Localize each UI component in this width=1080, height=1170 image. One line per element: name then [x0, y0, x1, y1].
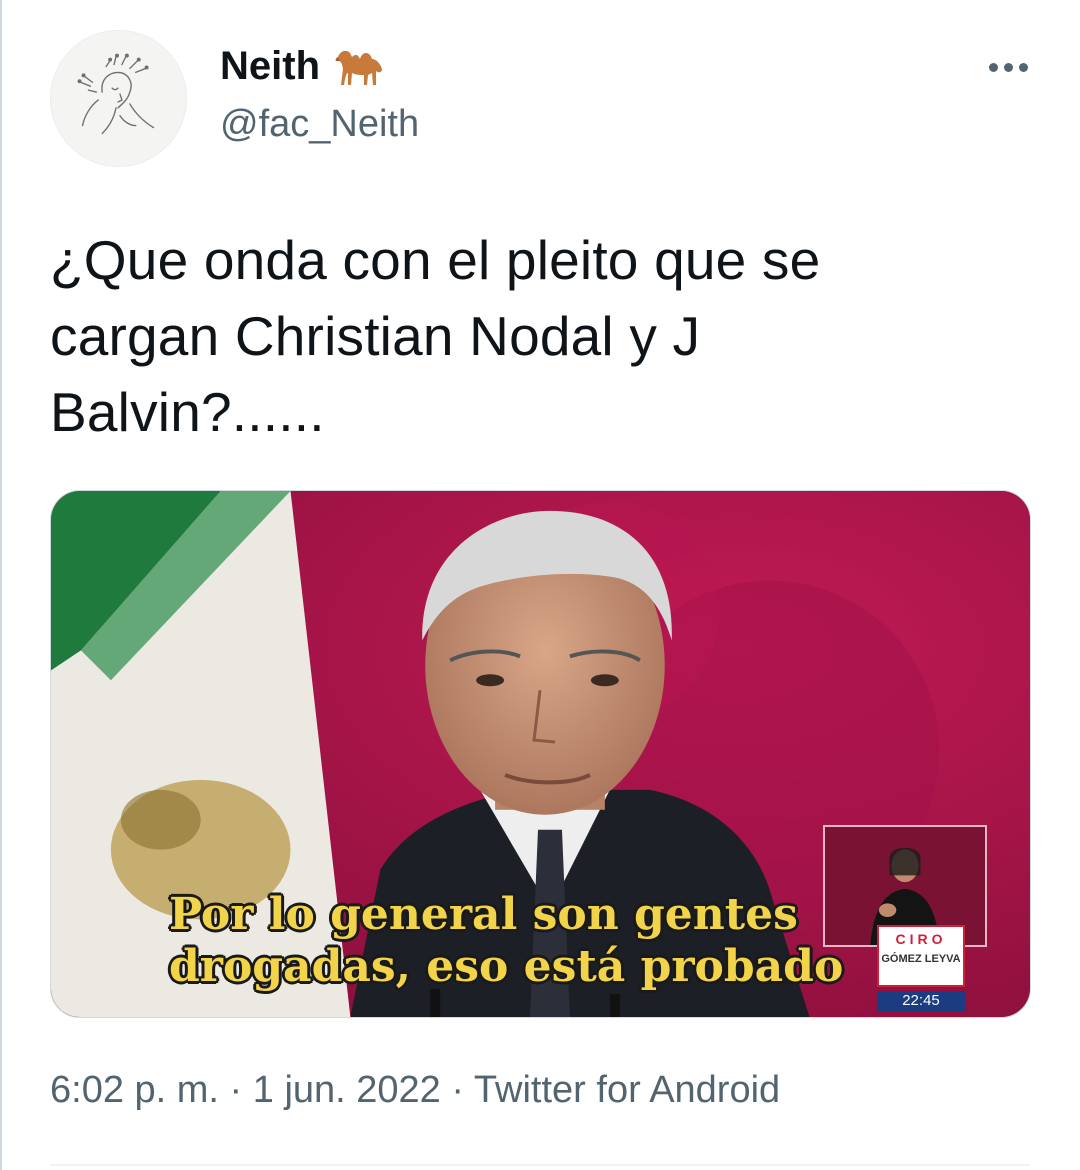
camel-icon	[335, 50, 382, 85]
tweet-text-line: cargan Christian Nodal y J	[50, 305, 701, 367]
tweet-meta: 6:02 p. m. · 1 jun. 2022 · Twitter for A…	[50, 1064, 780, 1116]
caption-line: Por lo general son gentes	[169, 889, 798, 940]
watermark-title: CIRO	[895, 931, 947, 947]
tweet-text: ¿Que onda con el pleito que se cargan Ch…	[50, 222, 1030, 450]
tweet-media-image[interactable]: Por lo general son gentes drogadas, eso …	[50, 490, 1031, 1018]
tweet-text-line: ¿Que onda con el pleito que se	[50, 229, 821, 291]
channel-watermark: CIRO GÓMEZ LEYVA	[877, 925, 965, 987]
tweet-text-line: Balvin?......	[50, 381, 325, 443]
meta-separator: ·	[229, 1069, 243, 1111]
left-border	[0, 0, 2, 1170]
tweet-date[interactable]: 1 jun. 2022	[253, 1069, 441, 1111]
avatar[interactable]	[50, 30, 187, 167]
meta-separator: ·	[451, 1069, 465, 1111]
tweet-source[interactable]: Twitter for Android	[474, 1069, 780, 1111]
more-dots-icon	[1003, 62, 1013, 72]
display-name[interactable]: Neith	[220, 40, 320, 92]
avatar-line-art-icon	[51, 31, 186, 166]
tweet-time[interactable]: 6:02 p. m.	[50, 1069, 219, 1111]
user-handle[interactable]: @fac_Neith	[220, 100, 419, 148]
more-dots-icon	[1018, 62, 1028, 72]
watermark-subtitle: GÓMEZ LEYVA	[881, 953, 961, 965]
watermark-time: 22:45	[877, 991, 965, 1011]
video-caption: Por lo general son gentes drogadas, eso …	[169, 889, 889, 993]
caption-line: drogadas, eso está probado	[169, 941, 844, 992]
more-options-button[interactable]	[980, 50, 1036, 84]
more-dots-icon	[988, 62, 998, 72]
display-name-row[interactable]: Neith	[220, 40, 386, 92]
divider	[50, 1164, 1030, 1166]
